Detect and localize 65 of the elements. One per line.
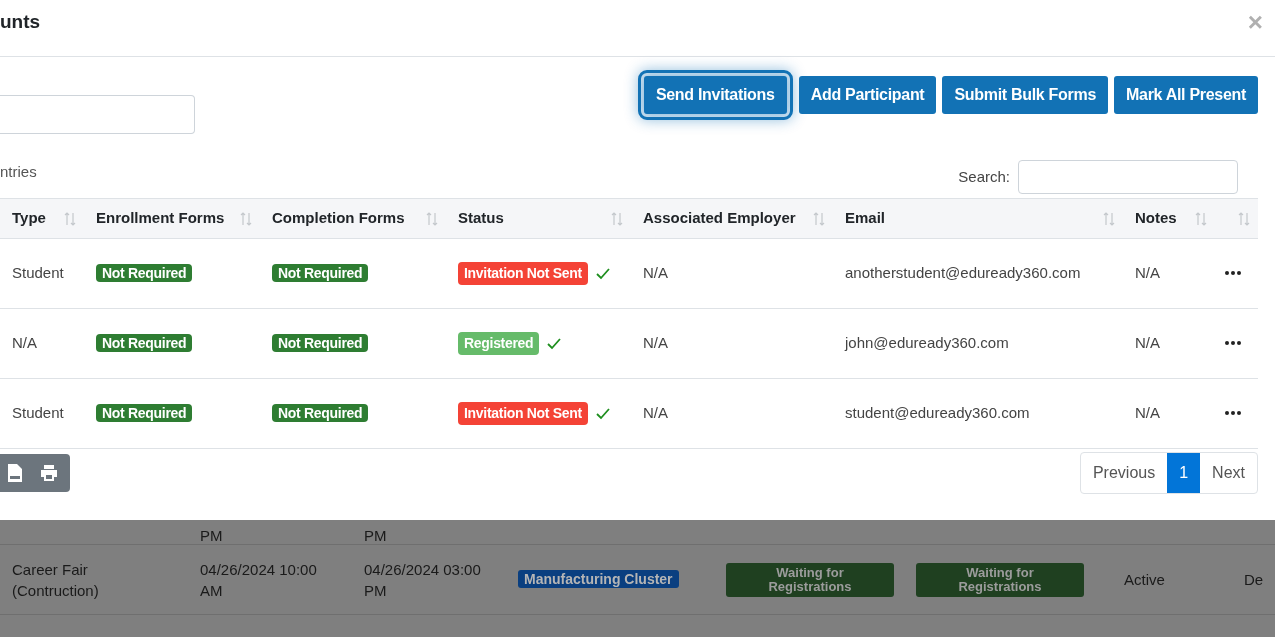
sort-icon (1195, 211, 1207, 226)
status-badge: Invitation Not Sent (458, 262, 588, 285)
table-cell-text: N/A (642, 403, 668, 424)
modal-title: unts (0, 9, 41, 34)
table-cell-text: N/A (642, 263, 668, 284)
search-label: Search: (958, 166, 1010, 187)
column-header[interactable]: Type (12, 207, 46, 230)
status-badge: Waiting for Registrations (916, 562, 1084, 597)
background-cell-text: 04/26/2024 10:00 AM (199, 559, 318, 601)
action-button[interactable]: Mark All Present (1114, 76, 1258, 114)
status-badge: Not Required (96, 264, 193, 283)
entries-label: ntries (0, 161, 37, 182)
sort-icon (426, 211, 438, 226)
column-header[interactable]: Associated Employer (643, 207, 796, 230)
status-badge: Not Required (272, 334, 369, 353)
background-cell-text: De (1244, 570, 1264, 590)
action-button[interactable]: Submit Bulk Forms (942, 76, 1108, 114)
column-header[interactable]: Status (458, 207, 504, 230)
action-button[interactable]: Add Participant (798, 76, 937, 114)
check-icon (595, 267, 610, 280)
page-button[interactable]: Next (1200, 453, 1257, 493)
print-icon[interactable] (40, 465, 58, 481)
sort-icon (1103, 211, 1115, 226)
background-cell-text: PM (199, 526, 223, 546)
sort-icon (240, 211, 252, 226)
table-cell-text: N/A (1134, 403, 1160, 424)
status-badge: Waiting for Registrations (726, 562, 894, 597)
check-icon (547, 337, 562, 350)
sort-icon (64, 211, 76, 226)
table-cell-text: N/A (1134, 263, 1160, 284)
table-cell-text: anotherstudent@eduready360.com (844, 263, 1081, 284)
status-badge: Not Required (272, 404, 369, 423)
background-cell-text: PM (363, 526, 387, 546)
text-field[interactable] (0, 95, 195, 134)
check-icon (595, 407, 610, 420)
sort-icon (1238, 211, 1250, 226)
background-cell-text: Career Fair (Contruction) (11, 559, 100, 601)
column-header[interactable]: Email (845, 207, 886, 230)
table-cell-text: Student (11, 263, 64, 284)
page-button[interactable]: Previous (1080, 453, 1168, 493)
more-icon[interactable] (1225, 410, 1241, 415)
table-cell-text: N/A (1134, 333, 1160, 354)
column-header[interactable]: Completion Forms (272, 207, 405, 230)
status-badge: Not Required (96, 404, 193, 423)
table-cell-text: N/A (11, 333, 37, 354)
column-header[interactable]: Notes (1135, 207, 1177, 230)
status-badge: Invitation Not Sent (458, 402, 588, 425)
status-badge: Not Required (96, 334, 193, 353)
search-field[interactable] (1018, 160, 1238, 194)
status-badge: Not Required (272, 264, 369, 283)
more-icon[interactable] (1225, 340, 1241, 345)
sort-icon (611, 211, 623, 226)
pdf-file-icon[interactable] (8, 464, 22, 482)
page-button[interactable]: 1 (1167, 453, 1201, 493)
status-badge: Registered (458, 332, 540, 355)
sort-icon (813, 211, 825, 226)
table-cell-text: john@eduready360.com (843, 333, 1009, 354)
more-icon[interactable] (1225, 270, 1241, 275)
column-header[interactable]: Enrollment Forms (96, 207, 225, 230)
table-cell-text: student@eduready360.com (844, 403, 1030, 424)
background-cell-text: Active (1123, 570, 1165, 590)
table-cell-text: N/A (642, 333, 668, 354)
background-cell-text: 04/26/2024 03:00 PM (363, 559, 482, 601)
table-cell-text: Student (11, 403, 64, 424)
cluster-tag: Manufacturing Cluster (518, 570, 679, 589)
